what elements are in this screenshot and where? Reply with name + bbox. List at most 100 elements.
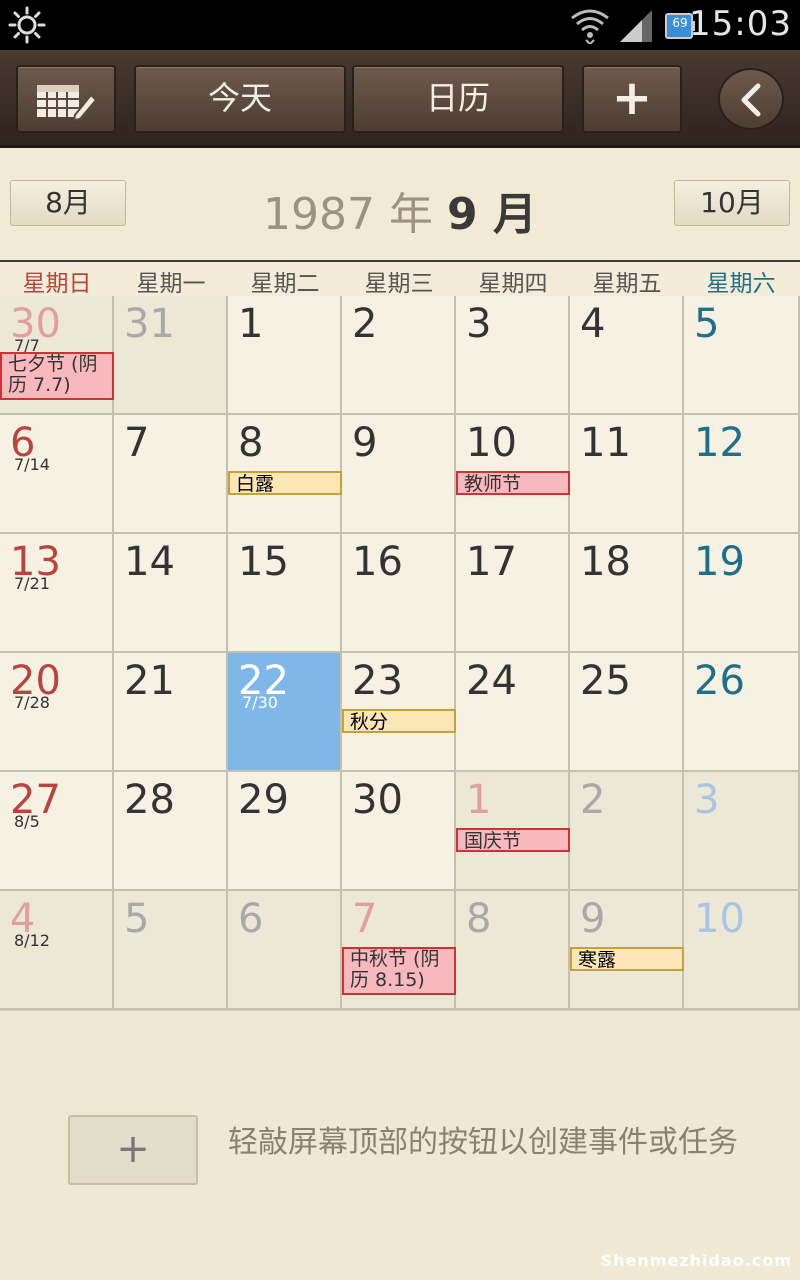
day-cell[interactable]: 29	[228, 772, 342, 891]
day-cell[interactable]: 16	[342, 534, 456, 653]
day-cell[interactable]: 7 中秋节 (阴历 8.15)	[342, 891, 456, 1010]
footer: + 轻敲屏幕顶部的按钮以创建事件或任务 Shenmezhidao.com	[0, 1010, 800, 1280]
day-number: 31	[124, 301, 175, 347]
day-cell[interactable]: 5	[114, 891, 228, 1010]
day-cell[interactable]: 4	[570, 296, 684, 415]
day-cell[interactable]: 13 7/21	[0, 534, 114, 653]
day-number: 21	[124, 658, 175, 704]
day-cell[interactable]: 28	[114, 772, 228, 891]
day-number: 10	[466, 420, 517, 466]
day-cell[interactable]: 5	[684, 296, 800, 415]
day-cell[interactable]: 1	[228, 296, 342, 415]
lunar-date: 7/14	[14, 455, 50, 474]
day-number: 24	[466, 658, 517, 704]
lunar-date: 7/21	[14, 574, 50, 593]
day-cell[interactable]: 30	[342, 772, 456, 891]
day-number: 29	[238, 777, 289, 823]
watermark: Shenmezhidao.com	[600, 1251, 792, 1270]
calendar-view-button[interactable]: 日历	[352, 65, 564, 133]
status-bar: 69 15:03	[0, 0, 800, 50]
back-icon	[741, 83, 761, 117]
add-task-button[interactable]: +	[68, 1115, 198, 1185]
day-cell[interactable]: 2	[342, 296, 456, 415]
day-cell[interactable]: 22 7/30	[228, 653, 342, 772]
day-cell[interactable]: 10	[684, 891, 800, 1010]
day-cell[interactable]: 9 寒露	[570, 891, 684, 1010]
next-month-button[interactable]: 10月	[674, 180, 790, 226]
day-cell[interactable]: 12	[684, 415, 800, 534]
day-number: 15	[238, 539, 289, 585]
day-number: 26	[694, 658, 745, 704]
day-cell[interactable]: 6 7/14	[0, 415, 114, 534]
solar-term-event[interactable]: 白露	[228, 471, 342, 495]
day-number: 3	[694, 777, 720, 823]
weekday-label: 星期二	[250, 271, 320, 297]
day-cell[interactable]: 15	[228, 534, 342, 653]
day-cell[interactable]: 10 教师节	[456, 415, 570, 534]
brightness-icon	[8, 6, 46, 44]
day-number: 18	[580, 539, 631, 585]
day-number: 19	[694, 539, 745, 585]
day-cell[interactable]: 14	[114, 534, 228, 653]
solar-term-event[interactable]: 寒露	[570, 947, 684, 971]
day-number: 5	[124, 896, 150, 942]
day-cell[interactable]: 25	[570, 653, 684, 772]
day-cell[interactable]: 24	[456, 653, 570, 772]
day-cell[interactable]: 1 国庆节	[456, 772, 570, 891]
weekday-header: 星期日 星期一 星期二 星期三 星期四 星期五 星期六	[0, 260, 800, 297]
day-cell[interactable]: 4 8/12	[0, 891, 114, 1010]
holiday-event[interactable]: 国庆节	[456, 828, 570, 852]
day-cell[interactable]: 20 7/28	[0, 653, 114, 772]
day-number: 3	[466, 301, 492, 347]
day-number: 7	[352, 896, 378, 942]
day-cell[interactable]: 6	[228, 891, 342, 1010]
day-cell[interactable]: 17	[456, 534, 570, 653]
day-cell[interactable]: 26	[684, 653, 800, 772]
day-cell[interactable]: 27 8/5	[0, 772, 114, 891]
day-number: 2	[580, 777, 606, 823]
holiday-event[interactable]: 教师节	[456, 471, 570, 495]
day-cell[interactable]: 3	[456, 296, 570, 415]
lunar-date: 8/5	[14, 812, 40, 831]
day-cell[interactable]: 11	[570, 415, 684, 534]
weekday-label: 星期一	[136, 271, 206, 297]
weekday-label: 星期三	[364, 271, 434, 297]
day-number: 2	[352, 301, 378, 347]
day-number: 23	[352, 658, 403, 704]
calendar-edit-button[interactable]	[16, 65, 116, 133]
weekday-label: 星期日	[22, 271, 92, 297]
today-button[interactable]: 今天	[134, 65, 346, 133]
day-number: 5	[694, 301, 720, 347]
calendar-edit-icon	[37, 85, 97, 121]
day-cell[interactable]: 23 秋分	[342, 653, 456, 772]
day-number: 11	[580, 420, 631, 466]
day-cell[interactable]: 7	[114, 415, 228, 534]
weekday-label: 星期四	[478, 271, 548, 297]
day-cell[interactable]: 30 7/7 七夕节 (阴历 7.7)	[0, 296, 114, 415]
back-button[interactable]	[718, 68, 784, 130]
day-cell[interactable]: 18	[570, 534, 684, 653]
day-cell[interactable]: 19	[684, 534, 800, 653]
day-cell[interactable]: 8	[456, 891, 570, 1010]
day-cell[interactable]: 3	[684, 772, 800, 891]
hint-text: 轻敲屏幕顶部的按钮以创建事件或任务	[228, 1125, 738, 1160]
day-number: 28	[124, 777, 175, 823]
day-number: 1	[238, 301, 264, 347]
holiday-event[interactable]: 七夕节 (阴历 7.7)	[0, 352, 114, 400]
day-cell[interactable]: 9	[342, 415, 456, 534]
day-cell[interactable]: 31	[114, 296, 228, 415]
holiday-event[interactable]: 中秋节 (阴历 8.15)	[342, 947, 456, 995]
day-number: 1	[466, 777, 492, 823]
lunar-date: 7/30	[242, 693, 278, 712]
day-cell[interactable]: 21	[114, 653, 228, 772]
solar-term-event[interactable]: 秋分	[342, 709, 456, 733]
day-cell[interactable]: 2	[570, 772, 684, 891]
year-label: 1987	[263, 189, 376, 240]
wifi-icon	[571, 9, 609, 44]
toolbar: 今天 日历 +	[0, 50, 800, 148]
day-cell[interactable]: 8 白露	[228, 415, 342, 534]
lunar-date: 7/28	[14, 693, 50, 712]
weekday-label: 星期六	[706, 271, 776, 297]
day-number: 9	[352, 420, 378, 466]
add-event-button[interactable]: +	[582, 65, 682, 133]
